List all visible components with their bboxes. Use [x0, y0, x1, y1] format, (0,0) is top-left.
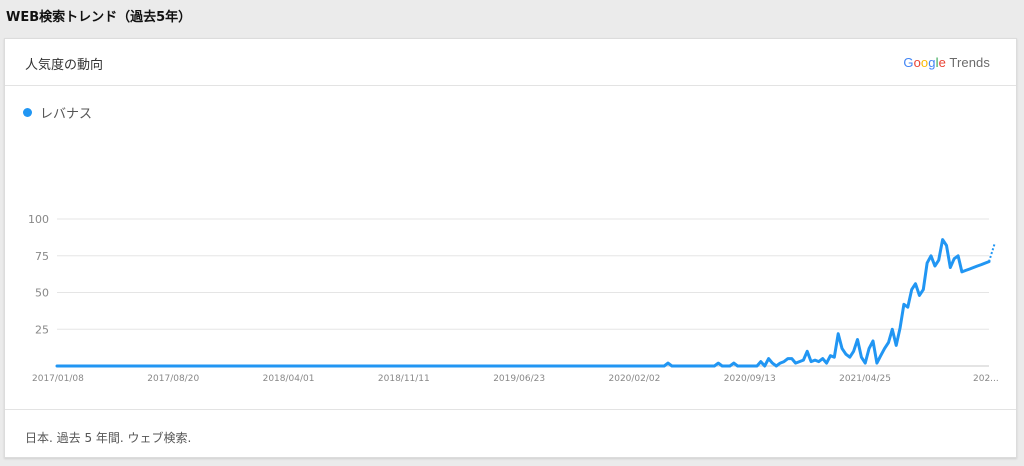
y-tick-label: 75: [35, 250, 49, 263]
x-tick-label: 202...: [973, 374, 999, 384]
x-tick-label: 2018/04/01: [263, 374, 315, 384]
gridlines: [57, 218, 989, 367]
y-tick-label: 25: [35, 323, 49, 336]
section-title: WEB検索トレンド（過去5年）: [6, 10, 192, 25]
chart-footnote: 日本. 過去 5 年間. ウェブ検索.: [25, 431, 192, 445]
divider: [5, 409, 1016, 410]
y-axis-ticks: 100 75 50 25: [28, 213, 49, 336]
x-tick-label: 2020/02/02: [609, 374, 661, 384]
x-tick-label: 2018/11/11: [378, 374, 430, 384]
trend-card: 人気度の動向 Google Trends レバナス 100 75 50 25 2017…: [4, 38, 1017, 458]
partial-data-segment: [988, 242, 996, 262]
series-layer: [55, 238, 996, 368]
y-tick-label: 50: [35, 287, 49, 300]
y-tick-label: 100: [28, 213, 49, 226]
trend-line-chart[interactable]: 100 75 50 25 2017/01/08 2017/08/20 2018/04/01…: [5, 39, 1018, 409]
x-tick-label: 2017/08/20: [147, 374, 199, 384]
series-line[interactable]: [55, 238, 991, 368]
x-axis-ticks: 2017/01/08 2017/08/20 2018/04/01 2018/11/11…: [32, 374, 999, 384]
x-tick-label: 2019/06/23: [493, 374, 545, 384]
x-tick-label: 2021/04/25: [839, 374, 891, 384]
x-tick-label: 2017/01/08: [32, 374, 84, 384]
section-header: WEB検索トレンド（過去5年）: [0, 0, 1024, 30]
x-tick-label: 2020/09/13: [724, 374, 776, 384]
